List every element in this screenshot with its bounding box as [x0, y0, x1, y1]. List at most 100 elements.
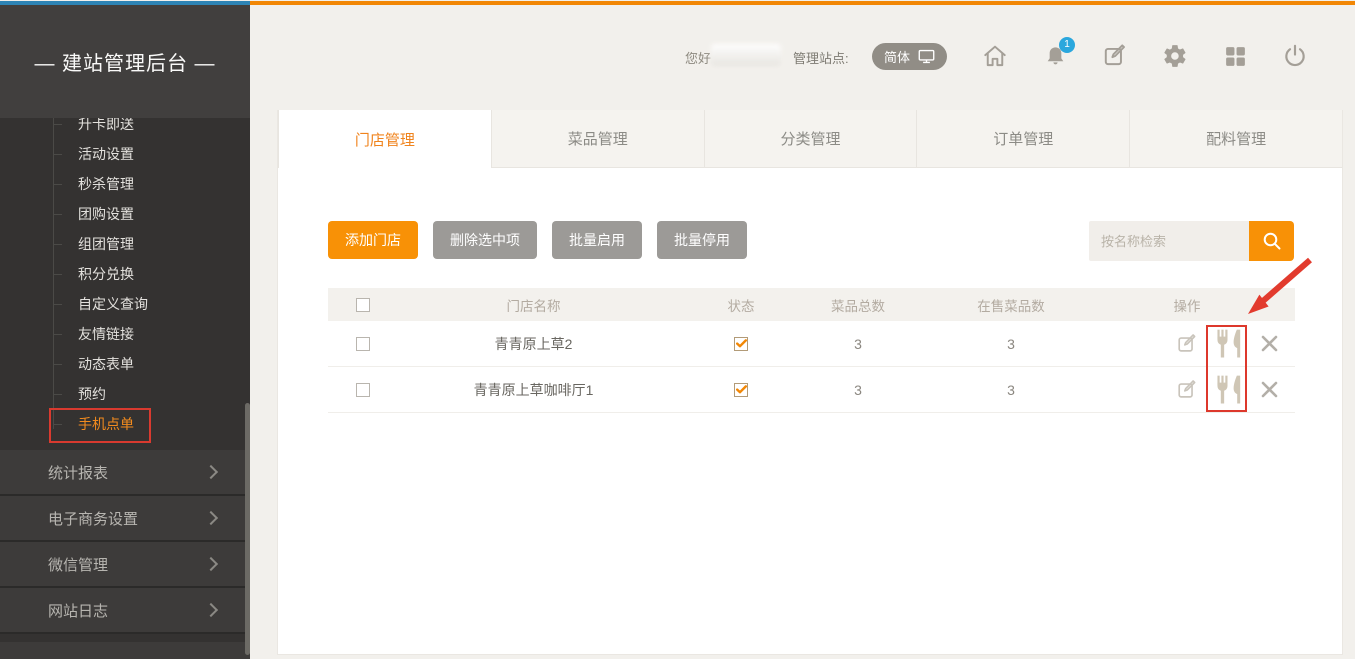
col-header-store-name: 门店名称 — [398, 295, 669, 315]
batch-disable-button[interactable]: 批量停用 — [657, 221, 747, 259]
table-row: 青青原上草咖啡厅1 3 3 — [328, 367, 1295, 413]
sidebar-menu-item[interactable]: 团购设置 — [0, 199, 250, 229]
sidebar-group-filler — [0, 642, 250, 659]
sidebar: 升卡即送 活动设置 秒杀管理 团购设置 组团管理 积分兑换 自定义查询 — [0, 5, 250, 655]
header-icon-row: 1 — [982, 43, 1308, 69]
sidebar-menu-item-label: 秒杀管理 — [78, 176, 134, 192]
delete-row-icon[interactable] — [1260, 334, 1279, 353]
tab-label: 门店管理 — [355, 129, 415, 150]
chevron-right-icon — [204, 511, 218, 525]
store-name-cell: 青青原上草咖啡厅1 — [398, 380, 669, 400]
search-button[interactable] — [1249, 221, 1294, 261]
stores-table: 门店名称 状态 菜品总数 在售菜品数 操作 青青原上草2 — [328, 288, 1295, 413]
tab[interactable]: 订单管理 — [916, 110, 1129, 168]
sidebar-group-label: 电子商务设置 — [48, 508, 138, 529]
check-icon — [736, 385, 747, 394]
sidebar-menu: 升卡即送 活动设置 秒杀管理 团购设置 组团管理 积分兑换 自定义查询 — [0, 109, 250, 439]
tab[interactable]: 分类管理 — [704, 110, 917, 168]
add-store-button[interactable]: 添加门店 — [328, 221, 418, 259]
language-site-button[interactable]: 简体 — [872, 43, 947, 70]
on-sale-dishes-cell: 3 — [903, 336, 1119, 352]
sidebar-menu-item-label: 活动设置 — [78, 146, 134, 162]
sidebar-menu-item[interactable]: 友情链接 — [0, 319, 250, 349]
row-checkbox[interactable] — [356, 337, 370, 351]
tab[interactable]: 配料管理 — [1129, 110, 1342, 168]
edit-row-icon[interactable] — [1176, 333, 1198, 355]
batch-enable-button[interactable]: 批量启用 — [552, 221, 642, 259]
col-header-total-dishes: 菜品总数 — [813, 295, 903, 315]
monitor-icon — [918, 49, 935, 64]
col-header-actions: 操作 — [1119, 295, 1295, 315]
greeting-text: 您好 — [685, 48, 711, 67]
sidebar-menu-item[interactable]: 手机点单 — [0, 409, 250, 439]
table-header-row: 门店名称 状态 菜品总数 在售菜品数 操作 — [328, 288, 1295, 321]
tab-label: 配料管理 — [1206, 128, 1266, 149]
col-header-status: 状态 — [669, 295, 813, 315]
sidebar-group-item[interactable]: 电子商务设置 — [0, 496, 250, 542]
sidebar-menu-item[interactable]: 动态表单 — [0, 349, 250, 379]
language-label: 简体 — [884, 47, 910, 66]
sidebar-menu-item-label: 手机点单 — [78, 416, 134, 432]
table-body: 青青原上草2 3 3 — [328, 321, 1295, 413]
sidebar-menu-item-label: 积分兑换 — [78, 266, 134, 282]
manage-site-label: 管理站点: — [793, 48, 849, 67]
total-dishes-cell: 3 — [813, 336, 903, 352]
notification-badge: 1 — [1059, 37, 1075, 53]
delete-selected-button[interactable]: 删除选中项 — [433, 221, 537, 259]
status-checkbox[interactable] — [734, 337, 748, 351]
edit-icon[interactable] — [1102, 43, 1128, 69]
sidebar-menu-item[interactable]: 活动设置 — [0, 139, 250, 169]
actions-cell — [1119, 329, 1295, 358]
app-logo: — 建站管理后台 — — [0, 5, 250, 118]
chevron-right-icon — [204, 465, 218, 479]
select-all-checkbox[interactable] — [356, 298, 370, 312]
sidebar-menu-item[interactable]: 自定义查询 — [0, 289, 250, 319]
sidebar-group-label: 微信管理 — [48, 554, 108, 575]
dishes-fork-knife-icon[interactable] — [1214, 329, 1244, 358]
sidebar-menu-item[interactable]: 预约 — [0, 379, 250, 409]
toolbar: 添加门店 删除选中项 批量启用 批量停用 — [328, 221, 747, 259]
sidebar-group-label: 统计报表 — [48, 462, 108, 483]
col-header-on-sale-dishes: 在售菜品数 — [903, 295, 1119, 315]
sidebar-group-item[interactable]: 统计报表 — [0, 450, 250, 496]
sidebar-menu-item[interactable]: 积分兑换 — [0, 259, 250, 289]
tab-bar: 门店管理 菜品管理 分类管理 订单管理 配料管理 — [278, 110, 1342, 168]
sidebar-group-item[interactable]: 微信管理 — [0, 542, 250, 588]
status-checkbox[interactable] — [734, 383, 748, 397]
store-name-cell: 青青原上草2 — [398, 334, 669, 354]
sidebar-scrollbar[interactable] — [245, 403, 250, 655]
tab-label: 订单管理 — [993, 128, 1053, 149]
apps-grid-icon[interactable] — [1222, 43, 1248, 69]
edit-row-icon[interactable] — [1176, 379, 1198, 401]
search-icon — [1261, 230, 1283, 252]
sidebar-menu-item[interactable]: 组团管理 — [0, 229, 250, 259]
search-input[interactable] — [1089, 221, 1249, 261]
power-icon[interactable] — [1282, 43, 1308, 69]
settings-gear-icon[interactable] — [1162, 43, 1188, 69]
tab-label: 菜品管理 — [568, 128, 628, 149]
search-bar — [1089, 221, 1294, 261]
sidebar-menu-item-label: 升卡即送 — [78, 116, 134, 132]
dishes-fork-knife-icon[interactable] — [1214, 375, 1244, 404]
main-panel: 门店管理 菜品管理 分类管理 订单管理 配料管理 添加门店 删除选中项 批量启用… — [277, 110, 1343, 655]
sidebar-menu-item[interactable]: 秒杀管理 — [0, 169, 250, 199]
check-icon — [736, 339, 747, 348]
tab[interactable]: 菜品管理 — [491, 110, 704, 168]
chevron-right-icon — [204, 603, 218, 617]
home-icon[interactable] — [982, 43, 1008, 69]
row-checkbox[interactable] — [356, 383, 370, 397]
redacted-username — [711, 44, 781, 66]
actions-cell — [1119, 375, 1295, 404]
tab-label: 分类管理 — [780, 128, 840, 149]
sidebar-menu-item-label: 友情链接 — [78, 326, 134, 342]
sidebar-group-item[interactable]: 网站日志 — [0, 588, 250, 634]
chevron-right-icon — [204, 557, 218, 571]
sidebar-menu-item-label: 团购设置 — [78, 206, 134, 222]
sidebar-menu-item-label: 组团管理 — [78, 236, 134, 252]
delete-row-icon[interactable] — [1260, 380, 1279, 399]
sidebar-menu-item-label: 动态表单 — [78, 356, 134, 372]
tab[interactable]: 门店管理 — [278, 110, 491, 168]
on-sale-dishes-cell: 3 — [903, 382, 1119, 398]
app-header: 您好 管理站点: 简体 1 — [250, 0, 1355, 110]
bell-icon[interactable]: 1 — [1042, 43, 1068, 69]
